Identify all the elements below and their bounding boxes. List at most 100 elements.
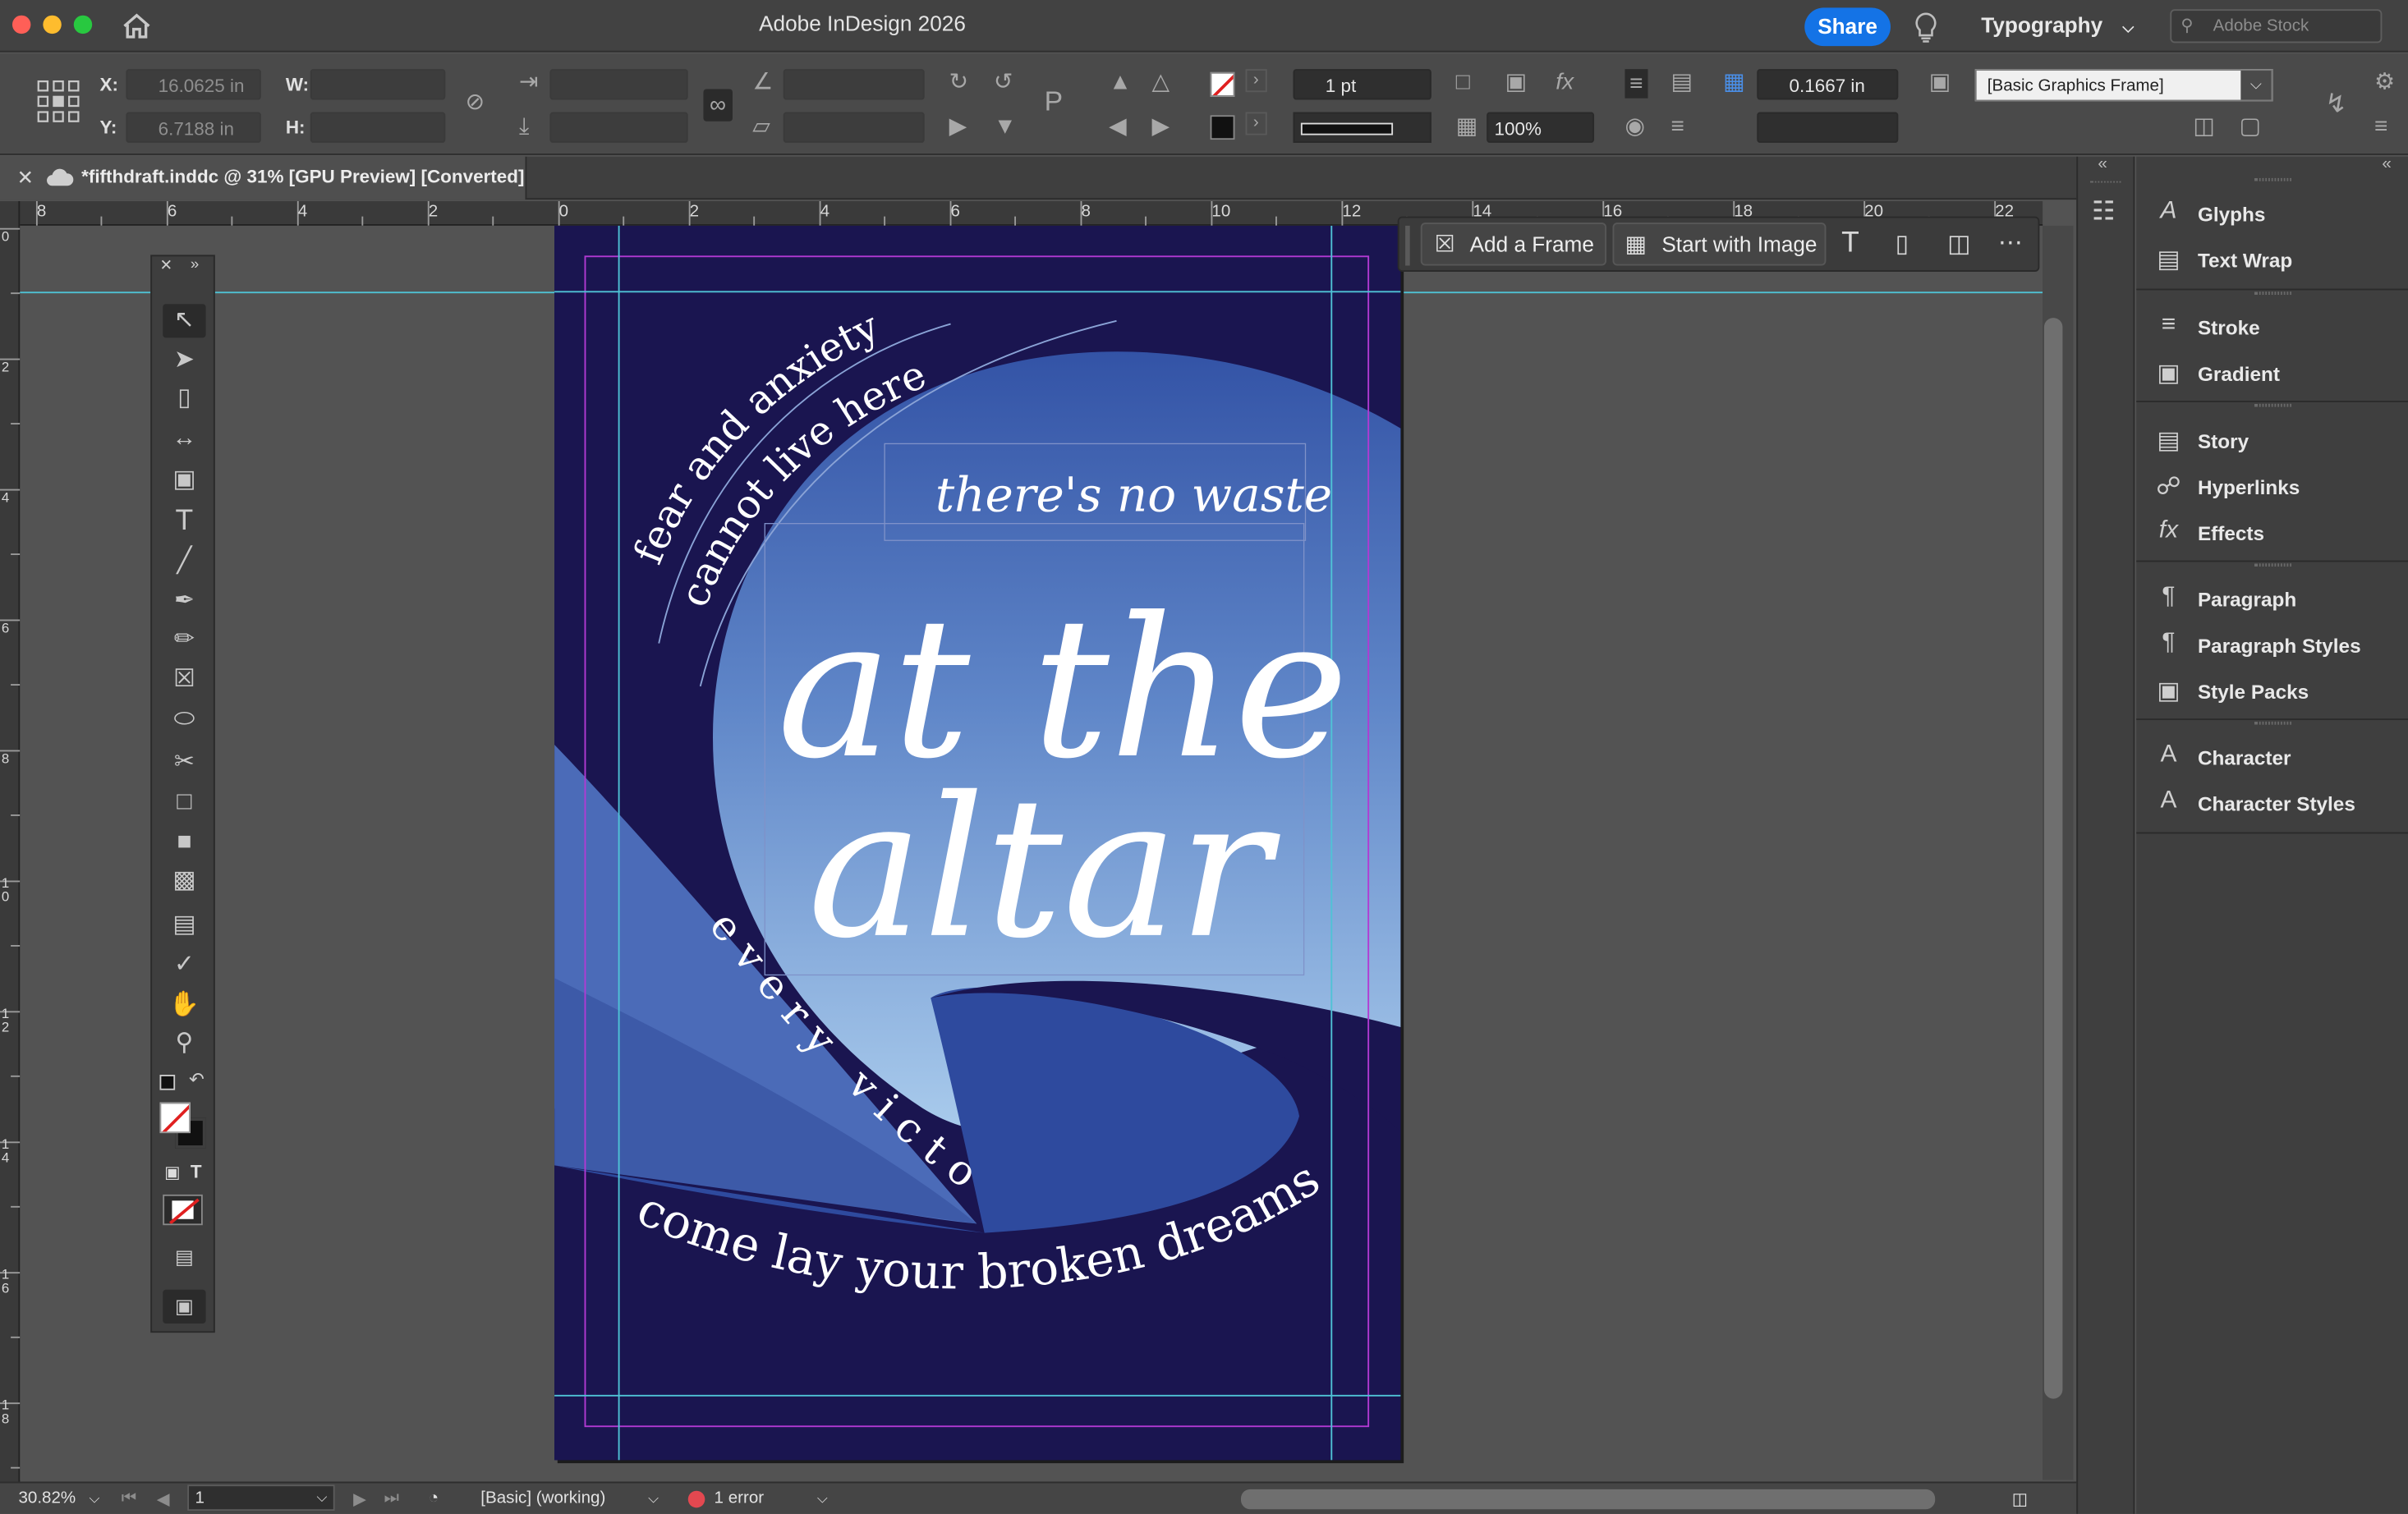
- opacity-field[interactable]: 100%: [1487, 112, 1595, 143]
- preflight-icon[interactable]: ◔: [429, 1489, 439, 1507]
- page-number-field[interactable]: 1 ⌵: [187, 1484, 335, 1512]
- collapse-right-icon[interactable]: «: [2382, 155, 2391, 173]
- drag-handle-icon[interactable]: [1405, 225, 1410, 266]
- scale-x-field[interactable]: [549, 69, 688, 100]
- document-page[interactable]: fear and anxiety cannot live here there'…: [554, 225, 1401, 1461]
- panel-effects[interactable]: fx Effects: [2152, 516, 2397, 553]
- constrain-proportions-icon[interactable]: ⊘: [466, 90, 485, 113]
- stroke-swatch[interactable]: [1210, 115, 1235, 140]
- gap-tool-icon[interactable]: ↔: [163, 422, 205, 456]
- collapse-panel-icon[interactable]: »: [191, 256, 199, 273]
- line-tool-icon[interactable]: ╱: [163, 545, 205, 579]
- flip-vertical-icon[interactable]: ▼: [994, 115, 1017, 138]
- preview-mode-icon[interactable]: ▣: [163, 1289, 206, 1324]
- selection-tool-icon[interactable]: ↖: [163, 304, 206, 338]
- start-with-image-button[interactable]: ▦ Start with Image: [1612, 223, 1827, 266]
- select-container-icon[interactable]: ▲: [1109, 71, 1132, 94]
- fill-swatch-none[interactable]: [1210, 71, 1235, 97]
- free-transform-tool-icon[interactable]: □: [163, 786, 205, 819]
- select-previous-object-icon[interactable]: ◀: [1109, 115, 1127, 138]
- link-icon[interactable]: ∞: [703, 89, 733, 122]
- ellipse-tool-icon[interactable]: ⬭: [163, 703, 205, 736]
- shear-angle-field[interactable]: [783, 112, 925, 143]
- select-content-icon[interactable]: △: [1152, 71, 1170, 94]
- close-tab-icon[interactable]: ✕: [17, 166, 34, 190]
- panel-paragraph-styles[interactable]: ¶ Paragraph Styles: [2152, 628, 2397, 665]
- vertical-ruler[interactable]: 0 2 4 6 8 10 12 14 16 18: [0, 200, 21, 1484]
- fill-proxy-none[interactable]: [159, 1102, 191, 1134]
- stroke-weight-field[interactable]: 1 pt: [1293, 69, 1431, 100]
- eyedropper-tool-icon[interactable]: ✓: [163, 949, 205, 983]
- x-position-field[interactable]: 16.0625 in: [126, 69, 261, 100]
- apply-none-icon[interactable]: [163, 1194, 203, 1226]
- text-wrap-shape-icon[interactable]: ◉: [1624, 115, 1644, 138]
- stroke-type-dropdown[interactable]: [1293, 112, 1431, 143]
- frame-fitting-icon[interactable]: □: [1456, 71, 1470, 94]
- vertical-scrollbar[interactable]: [2043, 225, 2074, 1480]
- panel-paragraph[interactable]: ¶ Paragraph: [2152, 582, 2397, 619]
- type-tool-icon[interactable]: T: [163, 505, 205, 539]
- error-count[interactable]: 1 error: [715, 1489, 765, 1507]
- type-tool-icon[interactable]: T: [1841, 227, 1859, 261]
- text-wrap-bounding-icon[interactable]: ▤: [1671, 71, 1693, 94]
- more-options-icon[interactable]: ⋯: [1998, 227, 2023, 258]
- y-position-field[interactable]: 6.7188 in: [126, 112, 261, 143]
- formatting-container-icon[interactable]: ▣: [164, 1163, 180, 1181]
- zoom-tool-icon[interactable]: ⚲: [163, 1027, 205, 1061]
- fill-stroke-proxy[interactable]: [159, 1102, 209, 1149]
- flip-horizontal-icon[interactable]: ▶: [949, 115, 967, 138]
- note-tool-icon[interactable]: ▤: [163, 909, 205, 943]
- pen-tool-icon[interactable]: ✒: [163, 585, 205, 618]
- height-field[interactable]: [310, 112, 446, 143]
- hamburger-menu-icon[interactable]: ≡: [2374, 115, 2387, 138]
- select-next-object-icon[interactable]: ▶: [1152, 115, 1170, 138]
- close-panel-icon[interactable]: ✕: [159, 258, 172, 275]
- drop-shadow-icon[interactable]: ▣: [1505, 71, 1528, 94]
- screen-mode-icon[interactable]: ▤: [163, 1241, 205, 1274]
- adobe-stock-search[interactable]: ⚲ Adobe Stock: [2170, 9, 2383, 44]
- document-tab[interactable]: ✕ *fifthdraft.inddc @ 31% [GPU Preview] …: [0, 156, 527, 200]
- split-window-icon[interactable]: ◫: [2012, 1489, 2028, 1509]
- workspace-switcher[interactable]: Typography ⌵: [1981, 12, 2134, 37]
- rotation-angle-field[interactable]: [783, 69, 925, 100]
- page-icon[interactable]: ▯: [1896, 229, 1909, 259]
- vertical-scroll-thumb[interactable]: [2043, 318, 2063, 1399]
- panel-hyperlinks[interactable]: ☍ Hyperlinks: [2152, 470, 2397, 507]
- panel-character-styles[interactable]: A Character Styles: [2152, 786, 2397, 823]
- pages-panel-icon[interactable]: ☷: [2092, 196, 2116, 227]
- rotate-counterclockwise-icon[interactable]: ↺: [994, 71, 1013, 94]
- clear-overrides-not-defined-icon[interactable]: ▢: [2239, 115, 2261, 138]
- stroke-menu-arrow-icon[interactable]: ›: [1245, 112, 1267, 135]
- text-wrap-jump-icon[interactable]: ≡: [1671, 115, 1684, 138]
- direct-selection-tool-icon[interactable]: ➤: [163, 344, 205, 378]
- panel-stroke[interactable]: ≡ Stroke: [2152, 310, 2397, 347]
- hand-tool-icon[interactable]: ✋: [163, 989, 205, 1022]
- panel-story[interactable]: ▤ Story: [2152, 424, 2397, 461]
- fill-menu-arrow-icon[interactable]: ›: [1245, 69, 1267, 93]
- gradient-swatch-tool-icon[interactable]: ■: [163, 826, 205, 860]
- chevron-down-icon[interactable]: ⌵: [648, 1491, 659, 1508]
- scissors-tool-icon[interactable]: ✂: [163, 746, 205, 780]
- add-page-icon[interactable]: ◫: [1947, 229, 1970, 259]
- rotate-clockwise-icon[interactable]: ↻: [949, 71, 969, 94]
- panel-glyphs[interactable]: A Glyphs: [2152, 196, 2397, 233]
- chevron-down-icon[interactable]: ⌵: [89, 1491, 99, 1508]
- zoom-level[interactable]: 30.82%: [18, 1489, 76, 1507]
- effects-fx-icon[interactable]: fx: [1556, 71, 1574, 94]
- object-style-dropdown[interactable]: [Basic Graphics Frame] ⌵: [1974, 69, 2273, 102]
- formatting-text-icon[interactable]: T: [191, 1161, 202, 1182]
- collapse-left-icon[interactable]: «: [2098, 155, 2107, 173]
- panel-text-wrap[interactable]: ▤ Text Wrap: [2152, 242, 2397, 279]
- panel-style-packs[interactable]: ▣ Style Packs: [2152, 674, 2397, 711]
- first-page-icon[interactable]: ⏮: [122, 1489, 137, 1509]
- panel-gradient[interactable]: ▣ Gradient: [2152, 356, 2397, 393]
- text-wrap-none-icon[interactable]: ≡: [1624, 69, 1648, 99]
- auto-fit-icon[interactable]: ▦: [1723, 71, 1745, 94]
- width-field[interactable]: [310, 69, 446, 100]
- default-fill-stroke-icon[interactable]: [159, 1075, 176, 1090]
- panel-character[interactable]: A Character: [2152, 740, 2397, 777]
- quick-apply-icon[interactable]: ↯: [2325, 90, 2347, 117]
- page-tool-icon[interactable]: ▯: [163, 383, 205, 416]
- share-button[interactable]: Share: [1804, 7, 1891, 47]
- pencil-tool-icon[interactable]: ✏: [163, 623, 205, 657]
